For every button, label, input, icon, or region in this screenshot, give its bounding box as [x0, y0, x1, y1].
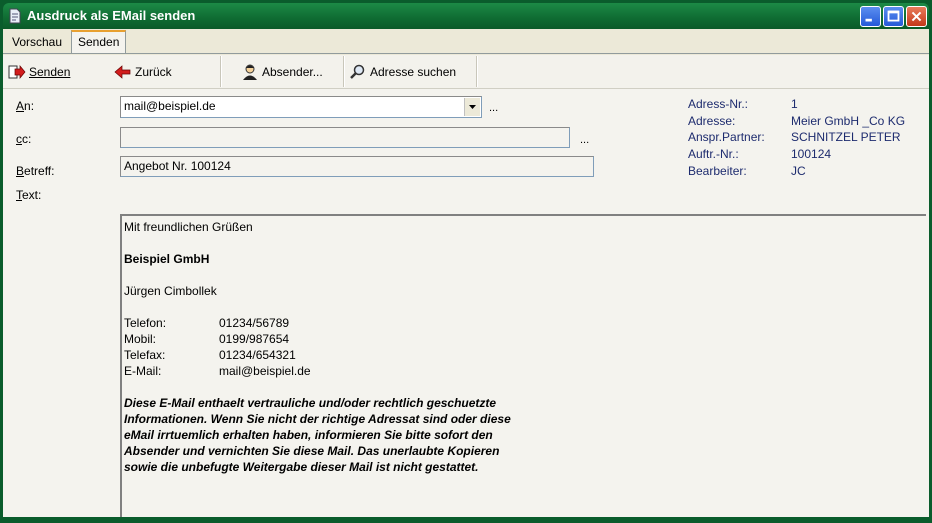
toolbar-separator — [220, 56, 222, 87]
cc-label: cc: — [16, 132, 32, 146]
greeting-line: Mit freundlichen Grüßen — [124, 220, 253, 234]
magnifier-icon — [350, 64, 365, 79]
back-label: Zurück — [135, 64, 172, 79]
chevron-down-icon — [469, 105, 476, 109]
tab-vorschau[interactable]: Vorschau — [6, 32, 69, 52]
close-icon — [911, 11, 922, 22]
info-value-auftrag-nr: 100124 — [791, 147, 832, 161]
disclaimer-line: sowie die unbefugte Weitergabe dieser Ma… — [124, 460, 479, 474]
contact-label: Telefon: — [124, 316, 167, 330]
toolbar-separator — [343, 56, 345, 87]
company-line: Beispiel GmbH — [124, 252, 210, 266]
info-label-bearbeiter: Bearbeiter: — [688, 164, 747, 178]
info-label-adresse: Adresse: — [688, 114, 736, 128]
to-browse-button[interactable]: ... — [489, 102, 498, 114]
dropdown-button[interactable] — [464, 98, 480, 116]
cc-browse-button[interactable]: ... — [580, 134, 589, 146]
mail-form: An: mail@beispiel.de ... cc: ... Betreff… — [3, 89, 929, 517]
tab-strip: Vorschau Senden — [3, 29, 929, 54]
send-arrow-icon — [8, 64, 26, 79]
search-address-label: Adresse suchen — [370, 64, 457, 79]
info-label-adress-nr: Adress-Nr.: — [688, 97, 749, 111]
search-address-button[interactable]: Adresse suchen — [349, 55, 456, 88]
contact-value: mail@beispiel.de — [219, 364, 311, 378]
info-value-ansprechpartner: SCHNITZEL PETER — [791, 130, 901, 144]
name-line: Jürgen Cimbollek — [124, 284, 217, 298]
to-value: mail@beispiel.de — [124, 99, 216, 113]
minimize-icon — [865, 18, 872, 22]
contact-value: 0199/987654 — [219, 332, 290, 346]
contact-label: E-Mail: — [124, 364, 162, 378]
contact-label: Mobil: — [124, 332, 157, 346]
disclaimer-line: Diese E-Mail enthaelt vertrauliche und/o… — [124, 396, 497, 410]
person-icon — [243, 64, 257, 80]
subject-label: Betreff: — [16, 164, 55, 178]
toolbar-separator — [476, 56, 478, 87]
send-button[interactable]: Senden — [8, 55, 70, 88]
close-button[interactable] — [906, 6, 927, 27]
disclaimer-line: Absender und vernichten Sie diese Mail. … — [124, 444, 500, 458]
window-title: Ausdruck als EMail senden — [27, 8, 196, 23]
contact-value: 01234/56789 — [219, 316, 290, 330]
info-label-ansprechpartner: Anspr.Partner: — [688, 130, 765, 144]
back-arrow-icon — [114, 64, 131, 79]
minimize-button[interactable] — [860, 6, 881, 27]
info-value-adresse: Meier GmbH _Co KG — [791, 114, 906, 128]
title-bar[interactable]: Ausdruck als EMail senden — [3, 3, 929, 29]
send-label: Senden — [29, 64, 71, 79]
app-window: Ausdruck als EMail senden Vorschau Sende… — [0, 0, 932, 523]
info-value-bearbeiter: JC — [791, 164, 806, 178]
back-button[interactable]: Zurück — [114, 55, 172, 88]
sender-button[interactable]: Absender... — [241, 55, 323, 88]
maximize-button[interactable] — [883, 6, 904, 27]
to-combobox[interactable]: mail@beispiel.de — [120, 96, 482, 118]
contact-value: 01234/654321 — [219, 348, 296, 362]
cc-field[interactable] — [120, 127, 570, 148]
subject-field[interactable]: Angebot Nr. 100124 — [120, 156, 594, 177]
contact-label: Telefax: — [124, 348, 166, 362]
sender-label: Absender... — [262, 64, 323, 79]
maximize-icon — [887, 10, 900, 22]
info-label-auftrag-nr: Auftr.-Nr.: — [688, 147, 739, 161]
document-icon — [9, 8, 21, 24]
text-label: Text: — [16, 188, 42, 202]
client-area: Vorschau Senden Senden Zurück Absender..… — [3, 29, 929, 517]
message-textarea[interactable]: Mit freundlichen Grüßen Beispiel GmbH Jü… — [120, 214, 926, 517]
disclaimer-line: eMail irrtuemlich erhalten haben, inform… — [124, 428, 493, 442]
info-value-adress-nr: 1 — [791, 97, 798, 111]
disclaimer-line: Informationen. Wenn Sie nicht der richti… — [124, 412, 511, 426]
to-label: An: — [16, 99, 35, 113]
tab-senden[interactable]: Senden — [71, 30, 127, 53]
toolbar: Senden Zurück Absender... Adresse suchen — [3, 55, 929, 89]
